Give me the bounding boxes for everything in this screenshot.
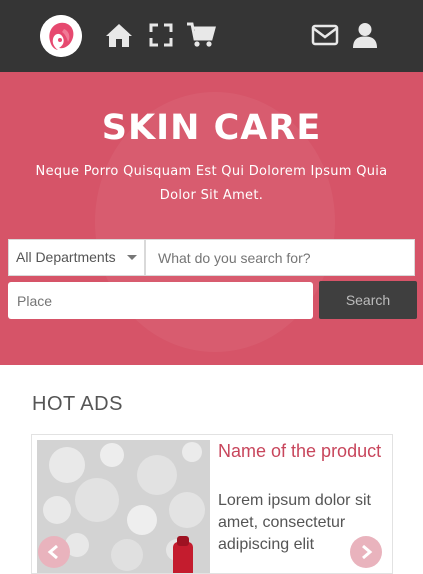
keyword-search-input[interactable] xyxy=(145,239,415,276)
place-input[interactable] xyxy=(8,282,313,319)
hero-title: SKIN CARE xyxy=(101,108,322,148)
hero-banner: SKIN CARE Neque Porro Quisquam Est Qui D… xyxy=(0,72,423,365)
product-card[interactable]: Name of the product Lorem ipsum dolor si… xyxy=(31,434,393,574)
cart-icon[interactable] xyxy=(186,20,216,50)
carousel-prev-button[interactable] xyxy=(38,536,70,568)
caret-down-icon xyxy=(127,255,137,260)
fullscreen-icon[interactable] xyxy=(146,20,176,50)
home-icon[interactable] xyxy=(104,20,134,50)
section-title-hot-ads: HOT ADS xyxy=(32,393,123,415)
mail-icon[interactable] xyxy=(310,20,340,50)
hero-subtitle: Neque Porro Quisquam Est Qui Dolorem Ips… xyxy=(35,164,388,203)
department-select[interactable]: All Departments xyxy=(8,239,145,276)
chevron-left-icon xyxy=(47,545,58,559)
product-title[interactable]: Name of the product xyxy=(218,440,388,462)
department-select-value: All Departments xyxy=(16,249,116,265)
carousel-next-button[interactable] xyxy=(350,536,382,568)
chevron-right-icon xyxy=(362,545,373,559)
search-button[interactable]: Search xyxy=(319,281,417,319)
top-navbar xyxy=(0,0,423,72)
user-icon[interactable] xyxy=(350,20,380,50)
woman-face-logo-icon[interactable] xyxy=(40,15,82,57)
